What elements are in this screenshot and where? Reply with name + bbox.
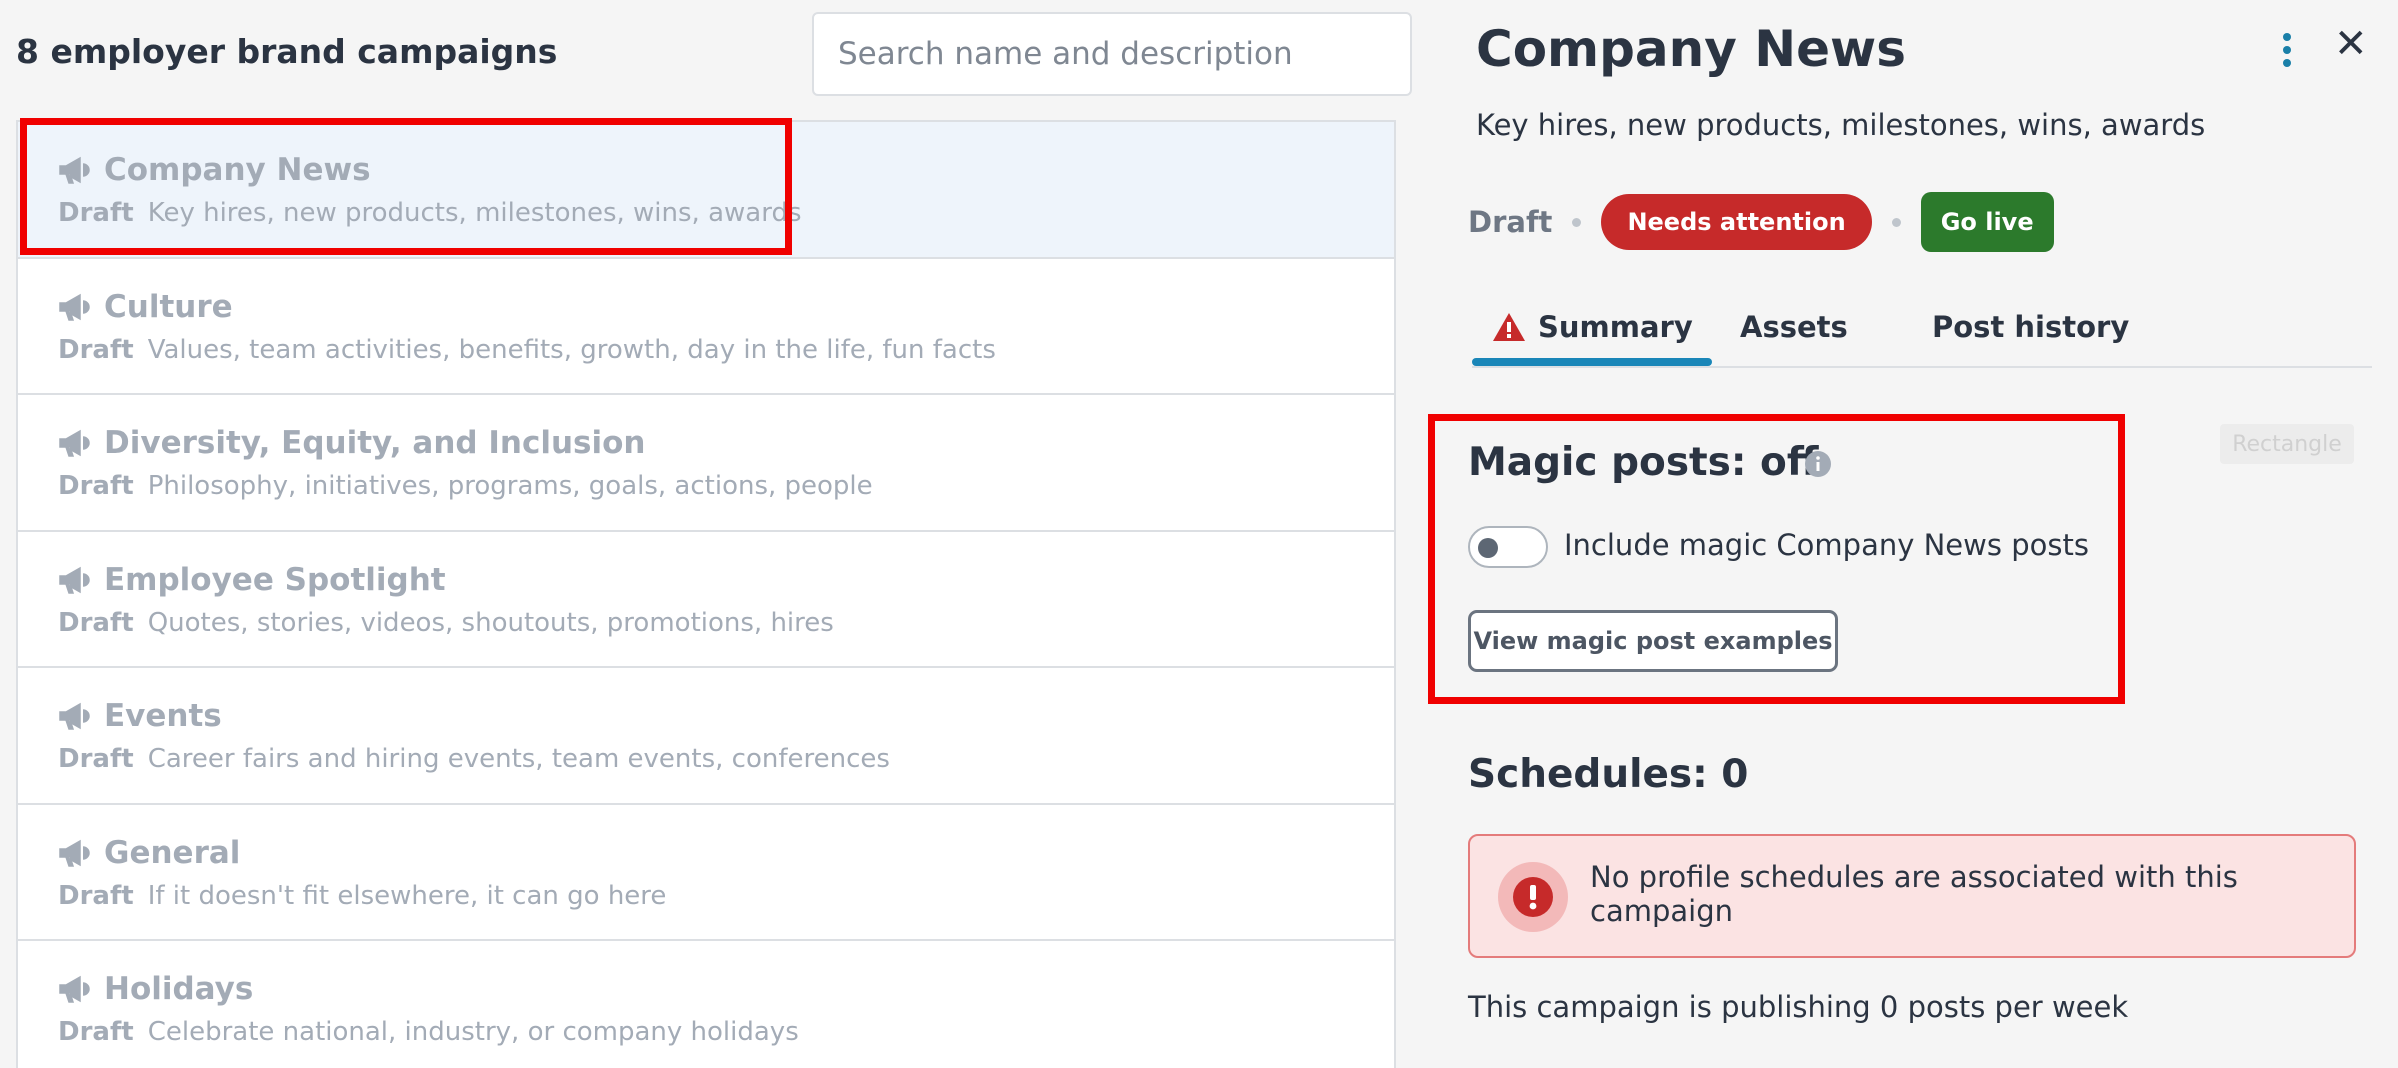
list-item-description: Philosophy, initiatives, programs, goals… [147,471,873,501]
tab-label: Summary [1538,310,1693,344]
list-item-description: Quotes, stories, videos, shoutouts, prom… [147,607,834,638]
list-item-company-news[interactable]: Company News Draft Key hires, new product… [16,122,1396,259]
toggle-knob [1478,538,1498,558]
list-item-description: Celebrate national, industry, or company… [147,1017,799,1047]
megaphone-icon [59,156,90,184]
go-live-button[interactable]: Go live [1920,192,2054,252]
info-icon[interactable] [1804,450,1832,478]
list-item-general[interactable]: General Draft If it doesn't fit elsewhere… [16,804,1396,941]
megaphone-icon [59,975,90,1003]
list-item-status: Draft [58,880,134,911]
megaphone-icon [59,702,90,730]
list-item-name: General [104,834,241,871]
list-item-status: Draft [58,334,134,365]
campaign-list-panel: 8 employer brand campaigns Company News … [0,0,1412,1068]
alert-text: No profile schedules are associated with… [1590,860,2238,928]
megaphone-icon [59,839,90,867]
needs-attention-button[interactable]: Needs attention [1601,194,1872,250]
list-item-description: Key hires, new products, milestones, win… [147,198,802,228]
list-item-status: Draft [58,1017,134,1047]
list-item-holidays[interactable]: Holidays Draft Celebrate national, indust… [16,941,1396,1068]
status-label: Draft [1468,205,1553,239]
view-magic-post-examples-button[interactable]: View magic post examples [1468,610,1838,672]
error-icon [1498,862,1568,932]
status-row: Draft Needs attention Go live [1468,192,2054,252]
no-schedules-alert: No profile schedules are associated with… [1468,834,2356,958]
rectangle-placeholder: Rectangle [2220,424,2354,464]
magic-posts-toggle-label: Include magic Company News posts [1564,528,2089,562]
megaphone-icon [59,566,90,594]
list-item-name: Events [104,698,222,734]
list-item-events[interactable]: Events Draft Career fairs and hiring even… [16,668,1396,805]
list-item-dei[interactable]: Diversity, Equity, and Inclusion Draft Ph… [16,395,1396,532]
list-item-name: Employee Spotlight [104,561,446,598]
warning-icon [1493,313,1525,341]
tab-label: Assets [1740,310,1848,344]
detail-title: Company News [1476,20,1906,78]
campaign-list: Company News Draft Key hires, new product… [16,120,1396,1068]
more-options-icon[interactable] [2272,30,2302,70]
megaphone-icon [59,429,90,457]
magic-posts-title: Magic posts: off [1468,440,1819,485]
magic-posts-toggle[interactable] [1468,526,1548,568]
list-item-description: Values, team activities, benefits, growt… [147,334,996,365]
list-item-status: Draft [58,198,134,228]
megaphone-icon [59,293,90,321]
list-item-name: Diversity, Equity, and Inclusion [104,425,646,461]
list-item-name: Holidays [104,971,254,1007]
list-item-description: If it doesn't fit elsewhere, it can go h… [147,880,667,911]
list-item-status: Draft [58,607,134,638]
list-item-name: Culture [104,288,233,325]
campaign-detail-panel: Company News ✕ Key hires, new products, … [1410,0,2398,1068]
detail-description: Key hires, new products, milestones, win… [1476,108,2206,142]
search-input[interactable] [812,12,1412,96]
tab-post-history[interactable]: Post history [1932,310,2129,344]
publishing-rate-text: This campaign is publishing 0 posts per … [1468,990,2129,1024]
list-item-culture[interactable]: Culture Draft Values, team activities, be… [16,258,1396,395]
list-title: 8 employer brand campaigns [16,32,558,71]
schedules-title: Schedules: 0 [1468,752,1749,797]
list-item-status: Draft [58,471,134,501]
tab-label: Post history [1932,310,2130,344]
close-icon[interactable]: ✕ [2334,24,2368,64]
tab-assets[interactable]: Assets [1740,310,1848,344]
list-item-description: Career fairs and hiring events, team eve… [147,744,890,774]
active-tab-indicator [1472,358,1712,366]
list-item-name: Company News [104,152,371,188]
separator-dot [1572,217,1582,227]
list-item-status: Draft [58,744,134,774]
list-item-employee-spotlight[interactable]: Employee Spotlight Draft Quotes, stories,… [16,531,1396,668]
separator-dot [1891,217,1901,227]
tab-summary[interactable]: Summary [1492,310,1693,344]
